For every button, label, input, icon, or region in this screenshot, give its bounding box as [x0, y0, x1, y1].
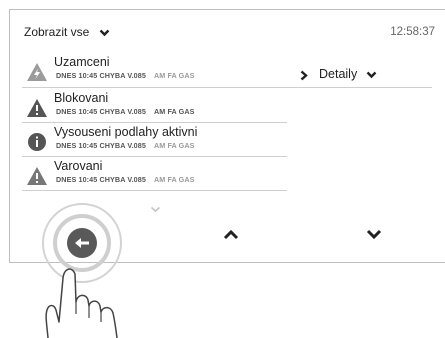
details-label: Detaily	[319, 67, 358, 81]
message-meta-text: DNES 10:45 CHYBA V.085	[56, 141, 146, 150]
list-item[interactable]: Uzamceni DNES 10:45 CHYBA V.085 AM FA GAS	[22, 53, 292, 87]
selected-message-row[interactable]: Uzamceni DNES 10:45 CHYBA V.085 AM FA GAS…	[22, 53, 432, 88]
scroll-up-button[interactable]	[223, 229, 239, 240]
message-title: Varovani	[54, 159, 103, 173]
message-meta-text: DNES 10:45 CHYBA V.085	[56, 175, 146, 184]
info-icon	[28, 133, 46, 151]
message-meta: DNES 10:45 CHYBA V.085 AM FA GAS	[56, 175, 195, 184]
warning-icon	[27, 99, 47, 117]
message-title: Vysouseni podlahy aktivni	[54, 125, 198, 139]
message-title: Uzamceni	[54, 55, 110, 69]
warning-icon	[27, 167, 47, 185]
list-item[interactable]: Blokovani DNES 10:45 CHYBA V.085 AM FA GA…	[22, 89, 287, 123]
message-source: AM FA GAS	[153, 175, 195, 184]
chevron-down-icon	[366, 71, 377, 78]
hand-pointer-icon	[45, 268, 118, 338]
message-source: AM FA GAS	[153, 141, 195, 150]
top-bar: Zobrazit vse 12:58:37	[10, 10, 445, 54]
message-meta: DNES 10:45 CHYBA V.085 AM FA GAS	[56, 141, 195, 150]
lightning-warning-icon	[27, 63, 47, 81]
message-meta: DNES 10:45 CHYBA V.085 AM FA GAS	[56, 71, 195, 80]
list-item[interactable]: Vysouseni podlahy aktivni DNES 10:45 CHY…	[22, 123, 287, 157]
scroll-down-button[interactable]	[366, 229, 382, 240]
filter-label: Zobrazit vse	[24, 25, 90, 39]
clock: 12:58:37	[390, 26, 435, 38]
chevron-right-icon	[300, 70, 308, 81]
details-button[interactable]: Detaily	[319, 67, 377, 81]
message-meta-text: DNES 10:45 CHYBA V.085	[56, 107, 146, 116]
message-title: Blokovani	[54, 91, 109, 105]
chevron-down-icon	[99, 29, 110, 37]
message-meta: DNES 10:45 CHYBA V.085 AM FA GAS	[56, 107, 195, 116]
filter-dropdown[interactable]: Zobrazit vse	[24, 25, 110, 39]
list-item[interactable]: Varovani DNES 10:45 CHYBA V.085 AM FA GAS	[22, 157, 287, 191]
message-source: AM FA GAS	[153, 71, 195, 80]
message-meta-text: DNES 10:45 CHYBA V.085	[56, 71, 146, 80]
message-source: AM FA GAS	[153, 107, 195, 116]
scroll-more-icon	[150, 206, 161, 213]
